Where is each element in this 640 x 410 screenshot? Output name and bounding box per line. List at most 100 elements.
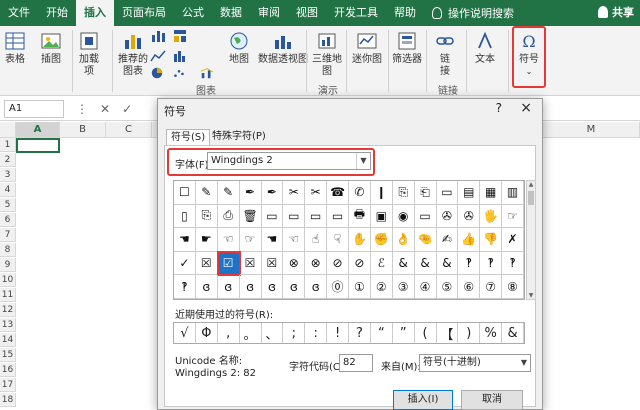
symbol-cell[interactable]: ɞ <box>239 275 262 299</box>
symbol-cell[interactable]: ✎ <box>195 181 218 205</box>
symbol-cell[interactable]: ☝ <box>305 228 328 252</box>
symbol-cell[interactable]: ɞ <box>305 275 328 299</box>
symbol-cell[interactable]: ❙ <box>370 181 393 205</box>
symbol-cell[interactable]: ▭ <box>327 204 349 229</box>
recent-symbol-cell[interactable]: % <box>480 323 503 343</box>
row-header[interactable]: 15 <box>0 348 16 362</box>
symbol-cell[interactable]: 🖶 <box>349 204 371 229</box>
recent-symbol-cell[interactable]: ( <box>415 323 437 343</box>
tab-formulas[interactable]: 公式 <box>174 0 212 26</box>
scroll-down-icon[interactable]: ▼ <box>527 292 535 299</box>
symbol-cell[interactable]: ⓪ <box>327 275 349 299</box>
symbol-cell[interactable]: ✂ <box>305 181 328 205</box>
recent-symbol-cell[interactable]: ” <box>393 323 415 343</box>
symbol-cell[interactable]: ☚ <box>261 228 284 252</box>
symbol-cell[interactable]: ⊘ <box>349 251 371 276</box>
recent-symbol-cell[interactable]: : <box>305 323 328 343</box>
scroll-up-icon[interactable]: ▲ <box>527 181 535 188</box>
symbol-cell[interactable]: ▭ <box>305 204 328 229</box>
symbol-cell[interactable]: ✇ <box>458 204 481 229</box>
symbol-cell[interactable]: ɞ <box>261 275 284 299</box>
symbol-cell[interactable]: ③ <box>392 275 415 299</box>
text-button[interactable]: 文本 <box>474 30 496 66</box>
row-header[interactable]: 4 <box>0 183 16 197</box>
hierarchy-chart-button[interactable] <box>172 28 188 44</box>
symbol-cell[interactable]: ✓ <box>174 251 196 276</box>
symbol-cell[interactable]: ▣ <box>370 204 393 229</box>
recent-symbol-cell[interactable]: 。 <box>240 323 262 343</box>
row-header[interactable]: 2 <box>0 153 16 167</box>
row-header[interactable]: 13 <box>0 318 16 332</box>
row-header[interactable]: 11 <box>0 288 16 302</box>
row-header[interactable]: 18 <box>0 393 16 407</box>
symbol-cell[interactable]: & <box>436 251 459 276</box>
symbol-cell[interactable]: ⑦ <box>480 275 503 299</box>
tab-home[interactable]: 开始 <box>38 0 76 26</box>
symbol-cell[interactable]: ☚ <box>174 228 196 252</box>
symbol-cell[interactable]: ℰ <box>370 251 393 276</box>
illustrations-button[interactable]: 插图 <box>40 30 62 66</box>
symbol-cell[interactable]: ▤ <box>458 181 481 205</box>
symbol-cell[interactable]: ▦ <box>480 181 503 205</box>
table-button[interactable]: 表格 <box>4 30 26 66</box>
symbol-cell[interactable]: ⎘ <box>392 181 415 205</box>
cancel-icon[interactable]: ✕ <box>100 102 110 116</box>
recent-symbol-cell[interactable]: Φ <box>196 323 218 343</box>
tab-view[interactable]: 视图 <box>288 0 326 26</box>
symbol-cell[interactable]: ▭ <box>436 181 459 205</box>
symbol-cell[interactable]: ▯ <box>174 204 196 229</box>
symbol-cell[interactable]: ɞ <box>217 275 240 299</box>
tab-developer[interactable]: 开发工具 <box>326 0 386 26</box>
3d-map-button[interactable]: 三维地 图 <box>312 30 342 78</box>
pivot-chart-button[interactable]: 数据透视图 <box>258 30 308 66</box>
symbol-cell[interactable]: ‽ <box>174 275 196 299</box>
symbol-cell-selected[interactable]: ☑ <box>216 250 241 277</box>
symbol-cell[interactable]: ☒ <box>195 251 218 276</box>
tab-help[interactable]: 帮助 <box>386 0 424 26</box>
pie-chart-button[interactable] <box>150 66 164 80</box>
column-header[interactable]: A <box>16 122 60 138</box>
recent-symbol-cell[interactable]: ) <box>458 323 481 343</box>
symbol-cell[interactable]: ① <box>349 275 371 299</box>
name-box[interactable]: A1 <box>4 99 64 118</box>
symbol-cell[interactable]: & <box>392 251 415 276</box>
select-all-corner[interactable] <box>0 122 16 138</box>
recent-symbol-cell[interactable]: ? <box>349 323 371 343</box>
symbol-cell[interactable]: 👍 <box>458 228 481 252</box>
enter-icon[interactable]: ✓ <box>122 102 132 116</box>
row-header[interactable]: 17 <box>0 378 16 392</box>
column-header[interactable]: B <box>60 122 106 138</box>
recent-symbol-cell[interactable]: , <box>218 323 240 343</box>
recommended-charts-button[interactable]: 推荐的 图表 <box>118 30 148 78</box>
tab-review[interactable]: 审阅 <box>250 0 288 26</box>
symbol-cell[interactable]: ▭ <box>414 204 437 229</box>
symbol-cell[interactable]: ④ <box>414 275 437 299</box>
tell-me-search[interactable]: 操作说明搜索 <box>432 5 514 21</box>
symbol-cell[interactable]: ☜ <box>283 228 306 252</box>
symbol-cell[interactable]: ☞ <box>239 228 262 252</box>
row-header[interactable]: 16 <box>0 363 16 377</box>
symbol-cell[interactable]: 👌 <box>392 228 415 252</box>
column-header[interactable]: C <box>106 122 152 138</box>
tab-symbols[interactable]: 符号(S) <box>166 129 211 145</box>
symbol-cell[interactable]: ▥ <box>502 181 524 205</box>
symbol-cell[interactable]: ☐ <box>174 181 196 205</box>
recent-symbol-cell[interactable]: “ <box>371 323 393 343</box>
tab-file[interactable]: 文件 <box>0 0 38 26</box>
tab-page-layout[interactable]: 页面布局 <box>114 0 174 26</box>
symbol-cell[interactable]: ɞ <box>283 275 306 299</box>
column-header[interactable]: M <box>543 122 640 138</box>
symbol-cell[interactable]: ☒ <box>239 251 262 276</box>
scatter-chart-button[interactable] <box>172 66 186 80</box>
row-header[interactable]: 10 <box>0 273 16 287</box>
symbol-cell[interactable]: ② <box>370 275 393 299</box>
recent-symbol-cell[interactable]: ! <box>327 323 349 343</box>
symbol-cell[interactable]: ✒ <box>261 181 284 205</box>
tab-special-characters[interactable]: 特殊字符(P) <box>208 129 270 145</box>
symbol-cell[interactable]: ☜ <box>217 228 240 252</box>
filters-button[interactable]: 筛选器 <box>392 30 422 66</box>
symbol-cell[interactable]: 🤏 <box>414 228 437 252</box>
symbol-cell[interactable]: & <box>414 251 437 276</box>
sparklines-button[interactable]: 迷你图 <box>352 30 382 66</box>
symbol-cell[interactable]: ☛ <box>195 228 218 252</box>
